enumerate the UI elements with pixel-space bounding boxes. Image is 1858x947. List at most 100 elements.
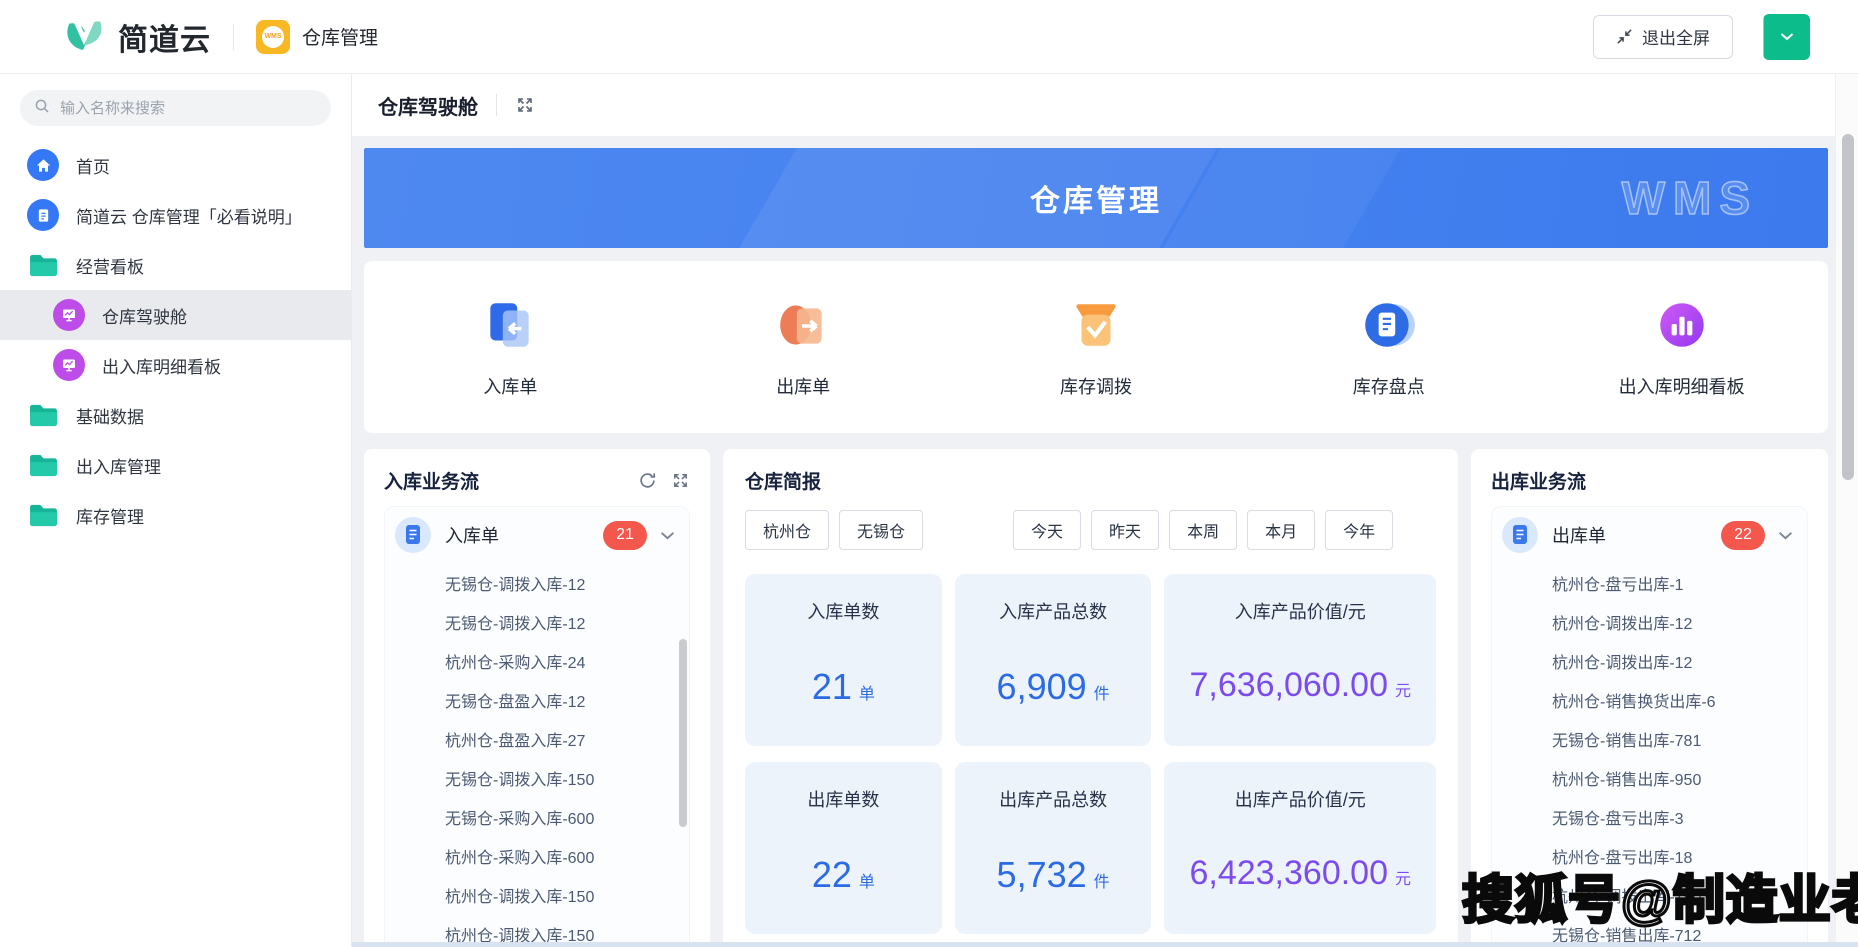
sidebar-item[interactable]: 仓库驾驶舱 bbox=[0, 290, 351, 340]
app-icon[interactable]: WMS bbox=[256, 20, 290, 54]
panel-row: 入库业务流 bbox=[364, 449, 1828, 947]
inbound-list-item[interactable]: 杭州仓-采购入库-24 bbox=[445, 641, 679, 680]
brand[interactable]: 简道云 bbox=[62, 14, 211, 59]
app-icon-label: WMS bbox=[262, 26, 284, 48]
chevron-down-icon[interactable] bbox=[660, 531, 675, 540]
banner-title: 仓库管理 bbox=[1030, 176, 1162, 220]
sidebar-item[interactable]: 出入库管理 bbox=[0, 440, 351, 490]
time-filter-button[interactable]: 昨天 bbox=[1091, 510, 1159, 550]
inbound-list-item[interactable]: 杭州仓-调拨入库-150 bbox=[445, 875, 679, 914]
inbound-list-item[interactable]: 无锡仓-调拨入库-12 bbox=[445, 602, 679, 641]
warehouse-filter-button[interactable]: 无锡仓 bbox=[839, 510, 923, 550]
outbound-list-item[interactable]: 杭州仓-销售换货出库-6 bbox=[1552, 680, 1797, 719]
stat-value: 21单 bbox=[745, 666, 942, 708]
shortcut-item[interactable]: 库存调拨 bbox=[950, 261, 1243, 433]
exit-fullscreen-button[interactable]: 退出全屏 bbox=[1593, 15, 1733, 59]
outbound-flow-title: 出库业务流 bbox=[1491, 467, 1586, 494]
sidebar-item[interactable]: 首页 bbox=[0, 140, 351, 190]
outbound-list-item[interactable]: 无锡仓-盘亏出库-3 bbox=[1552, 797, 1797, 836]
inbound-list-item[interactable]: 无锡仓-盘盈入库-12 bbox=[445, 680, 679, 719]
stat-value: 5,732 件 bbox=[955, 854, 1152, 896]
report-filters: 杭州仓 无锡仓 今天 昨天 bbox=[745, 510, 1436, 550]
refresh-icon[interactable] bbox=[638, 471, 657, 490]
stat-label: 入库产品价值/元 bbox=[1164, 598, 1436, 624]
jiandaoyun-logo-icon bbox=[62, 14, 106, 59]
inbound-list-item[interactable]: 杭州仓-采购入库-600 bbox=[445, 836, 679, 875]
outbound-list-item[interactable]: 杭州仓-盘亏出库-1 bbox=[1552, 563, 1797, 602]
outbound-list-item[interactable]: 杭州仓-盘亏出库-18 bbox=[1552, 836, 1797, 875]
outbound-list-item[interactable]: 杭州仓-销售出库-950 bbox=[1552, 758, 1797, 797]
sidebar: 首页 简道云 仓库管理「必看说明」 bbox=[0, 74, 352, 947]
shortcut-label: 出入库明细看板 bbox=[1619, 373, 1745, 399]
expand-icon[interactable] bbox=[671, 471, 690, 490]
header-actions: 退出全屏 安装模板(带数据) bbox=[1593, 14, 1810, 60]
time-filter-button[interactable]: 本月 bbox=[1247, 510, 1315, 550]
inbound-list-card: 入库单 21 无锡仓-调拨入库-12 bbox=[384, 506, 690, 947]
inbound-item-list: 无锡仓-调拨入库-12 无锡仓-调拨入库-12 杭州仓-采购入库-24 无锡仓-… bbox=[395, 563, 679, 947]
stat-number: 5,732 bbox=[997, 854, 1087, 895]
chevron-down-icon[interactable] bbox=[1778, 531, 1793, 540]
dashboard-icon bbox=[52, 298, 86, 332]
stocktake-icon bbox=[1360, 296, 1418, 359]
shortcut-item[interactable]: 出入库明细看板 bbox=[1535, 261, 1828, 433]
inbound-list-item[interactable]: 无锡仓-调拨入库-150 bbox=[445, 758, 679, 797]
time-filter-button[interactable]: 今年 bbox=[1325, 510, 1393, 550]
outbound-list-item[interactable]: 杭州仓-调拨出库-150 bbox=[1552, 875, 1797, 914]
sidebar-item-label: 库存管理 bbox=[76, 503, 144, 528]
time-filter-button[interactable]: 今天 bbox=[1013, 510, 1081, 550]
window-scrollbar-thumb[interactable] bbox=[1842, 134, 1854, 480]
header-divider bbox=[233, 24, 234, 50]
page-title: 仓库驾驶舱 bbox=[378, 91, 478, 120]
shortcut-item[interactable]: 库存盘点 bbox=[1242, 261, 1535, 433]
sidebar-item[interactable]: 出入库明细看板 bbox=[0, 340, 351, 390]
sidebar-item-label: 经营看板 bbox=[76, 253, 144, 278]
shortcut-item[interactable]: 出库单 bbox=[657, 261, 950, 433]
outbound-list-item[interactable]: 杭州仓-调拨出库-12 bbox=[1552, 641, 1797, 680]
fullscreen-expand-icon[interactable] bbox=[515, 95, 535, 115]
search-input[interactable] bbox=[58, 99, 317, 118]
stat-unit: 件 bbox=[1094, 686, 1110, 703]
list-scrollbar-thumb[interactable] bbox=[679, 639, 687, 827]
warehouse-filter-button[interactable]: 杭州仓 bbox=[745, 510, 829, 550]
shortcut-label: 库存调拨 bbox=[1060, 373, 1132, 399]
banner-wms-watermark: WMS bbox=[1622, 171, 1758, 225]
home-icon bbox=[26, 148, 60, 182]
install-template-dropdown[interactable] bbox=[1763, 14, 1810, 60]
shortcut-label: 出库单 bbox=[776, 373, 830, 399]
stat-unit: 单 bbox=[859, 874, 875, 891]
sidebar-item[interactable]: 简道云 仓库管理「必看说明」 bbox=[0, 190, 351, 240]
stat-card: 入库产品总数 6,909件 bbox=[955, 574, 1152, 746]
inbound-flow-title: 入库业务流 bbox=[384, 467, 479, 494]
dashboard-content: 仓库管理 WMS bbox=[352, 136, 1836, 947]
compress-icon bbox=[1616, 28, 1633, 45]
report-panel: 仓库简报 杭州仓 无锡仓 bbox=[723, 449, 1458, 947]
folder-icon bbox=[26, 398, 60, 432]
outbound-list-item[interactable]: 无锡仓-销售出库-781 bbox=[1552, 719, 1797, 758]
sidebar-search[interactable] bbox=[20, 90, 331, 126]
report-title: 仓库简报 bbox=[745, 467, 821, 494]
inbound-group-row[interactable]: 入库单 21 bbox=[395, 513, 679, 557]
sidebar-item[interactable]: 经营看板 bbox=[0, 240, 351, 290]
stat-value: 6,909件 bbox=[955, 666, 1152, 708]
inbound-flow-panel: 入库业务流 bbox=[364, 449, 710, 947]
time-filter-button[interactable]: 本周 bbox=[1169, 510, 1237, 550]
sidebar-item[interactable]: 库存管理 bbox=[0, 490, 351, 540]
sidebar-item[interactable]: 基础数据 bbox=[0, 390, 351, 440]
outbound-order-icon bbox=[774, 296, 832, 359]
inbound-list-item[interactable]: 无锡仓-调拨入库-12 bbox=[445, 563, 679, 602]
outbound-group-row[interactable]: 出库单 22 bbox=[1502, 513, 1797, 557]
stat-number: 7,636,060.00 bbox=[1189, 666, 1388, 704]
horizontal-scrollbar[interactable] bbox=[352, 942, 1858, 947]
stat-label: 出库产品总数 bbox=[955, 786, 1152, 812]
inbound-list-item[interactable]: 无锡仓-采购入库-600 bbox=[445, 797, 679, 836]
stat-label: 入库单数 bbox=[745, 598, 942, 624]
stat-number: 21 bbox=[812, 666, 852, 707]
brand-name: 简道云 bbox=[118, 15, 211, 59]
shortcut-item[interactable]: 入库单 bbox=[364, 261, 657, 433]
stat-value: 22单 bbox=[745, 854, 942, 896]
inbound-list-item[interactable]: 杭州仓-盘盈入库-27 bbox=[445, 719, 679, 758]
stat-unit: 件 bbox=[1094, 874, 1110, 891]
outbound-list-item[interactable]: 杭州仓-调拨出库-12 bbox=[1552, 602, 1797, 641]
sidebar-item-label: 仓库驾驶舱 bbox=[102, 303, 187, 328]
inbound-count-badge: 21 bbox=[603, 521, 647, 550]
